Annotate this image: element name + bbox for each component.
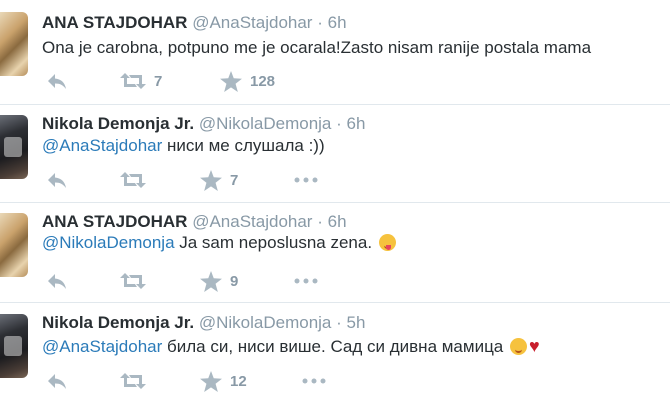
retweet-button[interactable] bbox=[120, 169, 146, 191]
mention-link[interactable]: @AnaStajdohar bbox=[42, 337, 162, 356]
tweet-header: Nikola Demonja Jr. @NikolaDemonja · 5h bbox=[42, 312, 365, 334]
retweet-icon bbox=[120, 273, 146, 289]
timestamp[interactable]: 6h bbox=[328, 13, 347, 32]
like-count: 7 bbox=[230, 171, 239, 189]
tweet[interactable]: ANA STAJDOHAR @AnaStajdohar · 6h Ona je … bbox=[0, 12, 670, 112]
avatar[interactable] bbox=[0, 314, 28, 378]
author-name[interactable]: Nikola Demonja Jr. bbox=[42, 313, 194, 332]
tweet[interactable]: Nikola Demonja Jr. @NikolaDemonja · 5h @… bbox=[0, 312, 670, 412]
red-heart-emoji: ♥ bbox=[529, 336, 540, 356]
reply-icon bbox=[48, 274, 66, 289]
reply-button[interactable] bbox=[46, 370, 68, 392]
tweet-body: Ja sam neposlusna zena. bbox=[174, 233, 373, 252]
like-count: 12 bbox=[230, 372, 247, 390]
like-count: 128 bbox=[250, 72, 276, 90]
retweet-icon bbox=[120, 73, 146, 89]
tweet-text: @AnaStajdohar ниси ме слушала :)) bbox=[42, 134, 325, 158]
reply-button[interactable] bbox=[46, 70, 68, 92]
separator: · bbox=[317, 212, 323, 231]
like-button[interactable]: 128 bbox=[220, 70, 275, 92]
separator: · bbox=[317, 13, 323, 32]
retweet-count: 7 bbox=[154, 72, 163, 90]
retweet-button[interactable] bbox=[120, 270, 146, 292]
like-button[interactable]: 7 bbox=[200, 169, 238, 191]
divider bbox=[0, 302, 670, 303]
tweet-header: ANA STAJDOHAR @AnaStajdohar · 6h bbox=[42, 12, 347, 34]
tweet-body: била си, ниси више. Сад си дивна мамица bbox=[162, 337, 504, 356]
tweet-actions: 7 128 bbox=[42, 70, 662, 92]
like-count: 9 bbox=[230, 272, 239, 290]
like-button[interactable]: 12 bbox=[200, 370, 247, 392]
timestamp[interactable]: 6h bbox=[328, 212, 347, 231]
author-handle[interactable]: @AnaStajdohar bbox=[192, 212, 312, 231]
star-icon bbox=[200, 270, 222, 292]
tweet-actions: 9 bbox=[42, 270, 662, 292]
retweet-button[interactable]: 7 bbox=[120, 70, 162, 92]
separator: · bbox=[336, 114, 342, 133]
divider bbox=[0, 202, 670, 203]
star-icon bbox=[220, 70, 242, 92]
retweet-icon bbox=[120, 172, 146, 188]
mention-link[interactable]: @NikolaDemonja bbox=[42, 233, 175, 252]
timestamp[interactable]: 5h bbox=[347, 313, 366, 332]
author-name[interactable]: ANA STAJDOHAR bbox=[42, 212, 187, 231]
more-button[interactable] bbox=[294, 169, 318, 191]
face-with-tongue-emoji bbox=[378, 234, 396, 251]
more-icon bbox=[294, 278, 318, 284]
timestamp[interactable]: 6h bbox=[347, 114, 366, 133]
avatar[interactable] bbox=[0, 213, 28, 277]
separator: · bbox=[336, 313, 342, 332]
divider bbox=[0, 104, 670, 105]
tweet[interactable]: Nikola Demonja Jr. @NikolaDemonja · 6h @… bbox=[0, 113, 670, 213]
retweet-button[interactable] bbox=[120, 370, 146, 392]
more-button[interactable] bbox=[294, 270, 318, 292]
reply-button[interactable] bbox=[46, 169, 68, 191]
star-icon bbox=[200, 169, 222, 191]
author-handle[interactable]: @NikolaDemonja bbox=[199, 313, 332, 332]
tweet-actions: 12 bbox=[42, 370, 662, 392]
tweet-body: Ona je carobna, potpuno me je ocarala!Za… bbox=[42, 38, 592, 57]
author-handle[interactable]: @NikolaDemonja bbox=[199, 114, 332, 133]
author-name[interactable]: Nikola Demonja Jr. bbox=[42, 114, 194, 133]
smiling-face-emoji bbox=[510, 338, 527, 355]
more-button[interactable] bbox=[302, 370, 326, 392]
retweet-icon bbox=[120, 373, 146, 389]
avatar[interactable] bbox=[0, 115, 28, 179]
tweet-header: ANA STAJDOHAR @AnaStajdohar · 6h bbox=[42, 211, 347, 233]
tweet-actions: 7 bbox=[42, 169, 662, 191]
tweet-text: @AnaStajdohar била си, ниси више. Сад си… bbox=[42, 334, 540, 359]
author-handle[interactable]: @AnaStajdohar bbox=[192, 13, 312, 32]
mention-link[interactable]: @AnaStajdohar bbox=[42, 136, 162, 155]
tweet-header: Nikola Demonja Jr. @NikolaDemonja · 6h bbox=[42, 113, 365, 135]
like-button[interactable]: 9 bbox=[200, 270, 238, 292]
reply-button[interactable] bbox=[46, 270, 68, 292]
reply-icon bbox=[48, 374, 66, 389]
reply-icon bbox=[48, 74, 66, 89]
star-icon bbox=[200, 370, 222, 392]
tweet-text: Ona je carobna, potpuno me je ocarala!Za… bbox=[42, 36, 591, 60]
tweet[interactable]: ANA STAJDOHAR @AnaStajdohar · 6h @Nikola… bbox=[0, 211, 670, 311]
more-icon bbox=[302, 378, 326, 384]
author-name[interactable]: ANA STAJDOHAR bbox=[42, 13, 187, 32]
tweet-text: @NikolaDemonja Ja sam neposlusna zena. bbox=[42, 231, 396, 255]
avatar[interactable] bbox=[0, 12, 28, 76]
tweet-body: ниси ме слушала :)) bbox=[162, 136, 325, 155]
reply-icon bbox=[48, 173, 66, 188]
more-icon bbox=[294, 177, 318, 183]
